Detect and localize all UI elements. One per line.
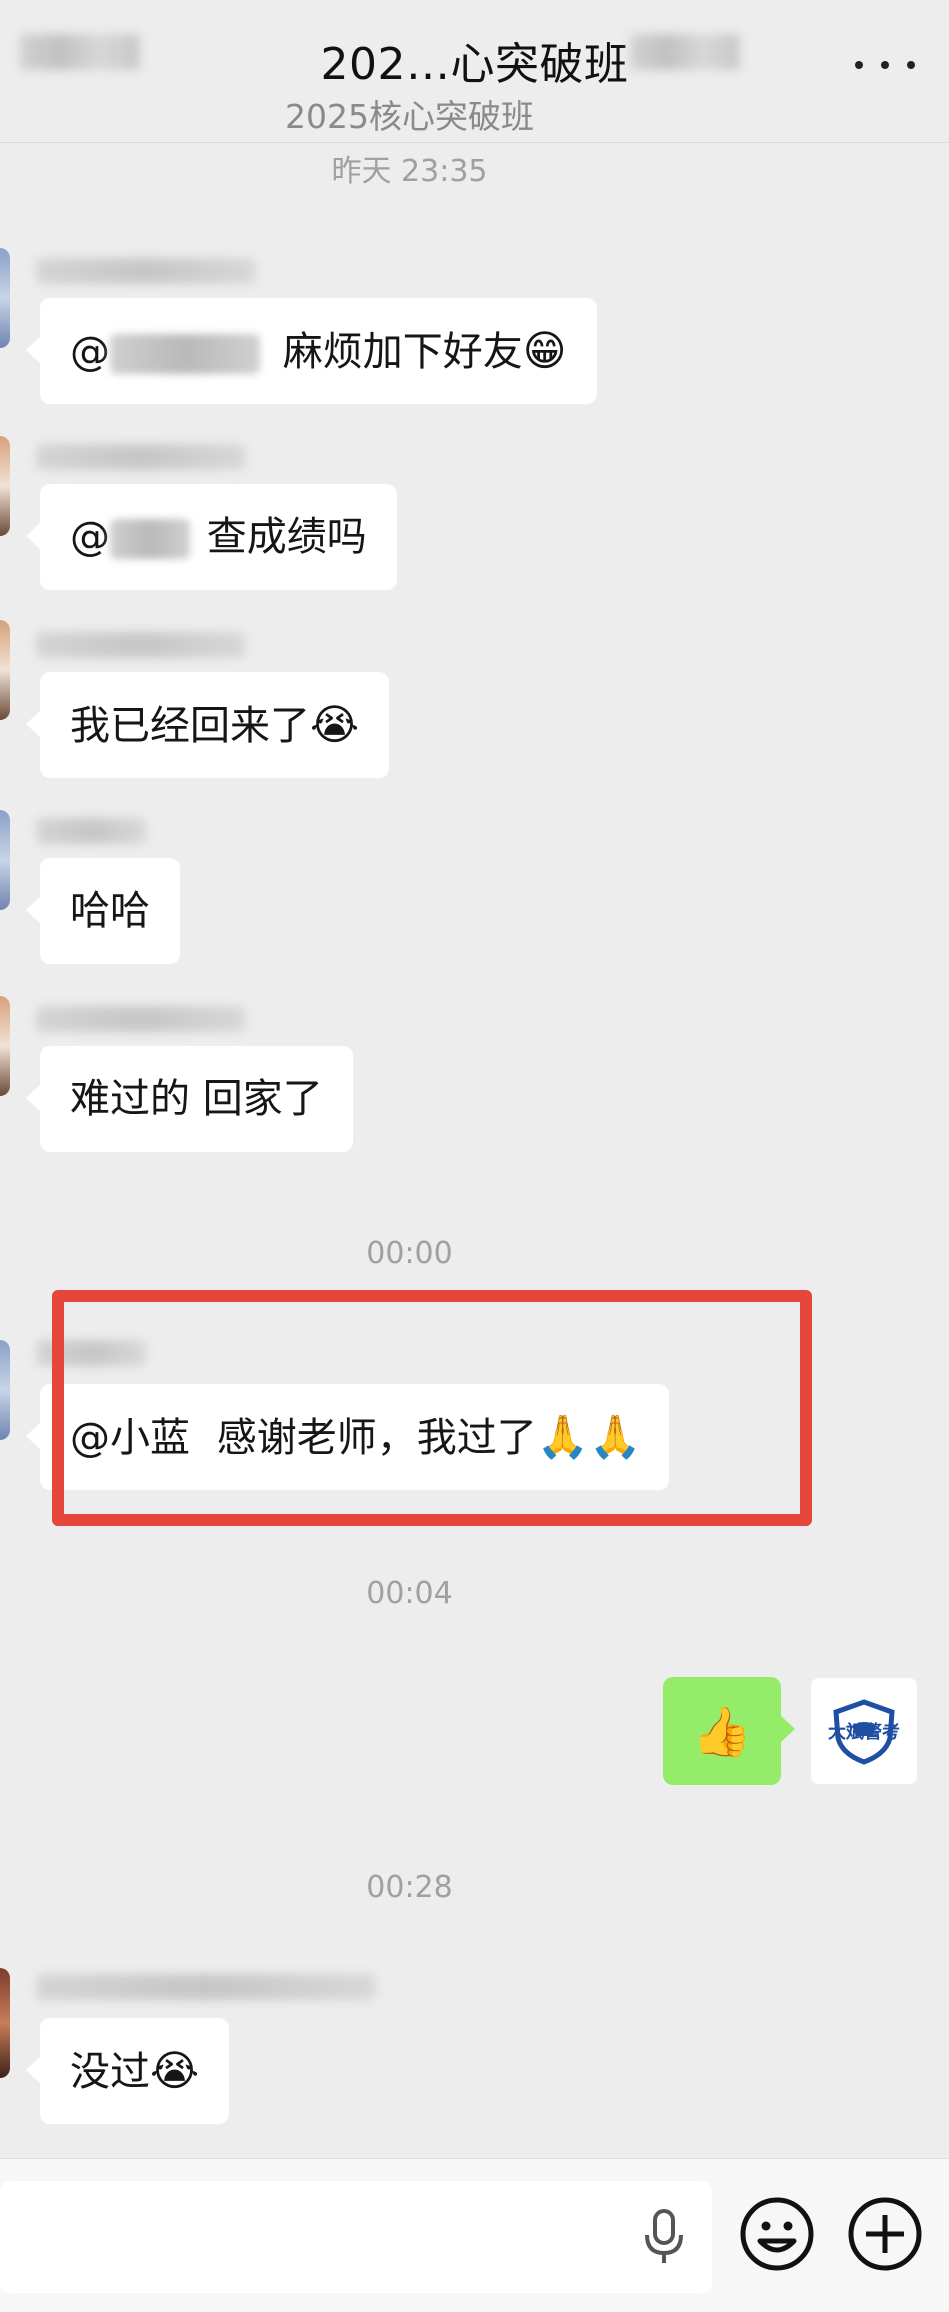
cry-emoji-icon: 😭	[310, 700, 360, 749]
message-text: 没过	[70, 2049, 150, 2095]
avatar[interactable]	[0, 248, 10, 348]
timestamp: 00:04	[366, 1576, 453, 1611]
timestamp: 00:28	[366, 1870, 453, 1905]
highlight-box	[52, 1290, 812, 1526]
thumbs-up-emoji-icon: 👍	[692, 1703, 752, 1760]
smiley-icon[interactable]	[738, 2195, 816, 2277]
message-text: 难过的 回家了	[70, 1076, 323, 1122]
mention: @	[70, 514, 110, 560]
more-dots-icon[interactable]	[855, 50, 915, 80]
sender-name	[36, 444, 246, 470]
message-bubble[interactable]: 难过的 回家了	[26, 1046, 353, 1152]
microphone-icon[interactable]	[642, 2207, 686, 2271]
sender-name	[36, 258, 256, 284]
grin-emoji-icon: 😁	[522, 326, 567, 375]
logo-text: 大斌警考	[828, 1721, 900, 1743]
sender-name	[36, 1006, 246, 1032]
message-bubble[interactable]: 没过😭	[25, 2018, 230, 2124]
shield-logo-icon: 大斌警考	[828, 1699, 900, 1765]
avatar[interactable]	[0, 1340, 10, 1440]
chat-title: 202…心突破班	[320, 39, 629, 90]
input-bar	[0, 2158, 949, 2312]
sender-name	[36, 632, 246, 658]
my-avatar[interactable]: 大斌警考	[811, 1678, 917, 1784]
avatar[interactable]	[0, 810, 10, 910]
message-text: 哈哈	[70, 888, 150, 934]
message-bubble[interactable]: 哈哈	[26, 858, 180, 964]
message-text: 麻烦加下好友	[282, 329, 523, 375]
timestamp: 00:00	[366, 1236, 453, 1271]
message-text: 查成绩吗	[206, 514, 367, 560]
sender-name	[36, 818, 146, 844]
mention: @	[70, 329, 110, 375]
message-input[interactable]	[0, 2181, 712, 2293]
message-bubble[interactable]: @ 查成绩吗	[26, 484, 397, 590]
chat-header: 202…心突破班 2025核心突破班	[0, 0, 949, 143]
plus-circle-icon[interactable]	[846, 2195, 924, 2277]
sender-name	[36, 1974, 376, 2000]
avatar[interactable]	[0, 1968, 10, 2078]
chat-subtitle: 2025核心突破班	[285, 97, 534, 136]
blurred-mention-name	[110, 519, 190, 559]
message-bubble[interactable]: 我已经回来了😭	[25, 672, 390, 778]
timestamp: 昨天 23:35	[331, 154, 488, 189]
my-message-bubble[interactable]: 👍	[663, 1677, 795, 1785]
blurred-title-suffix	[630, 34, 740, 70]
avatar[interactable]	[0, 436, 10, 536]
avatar[interactable]	[0, 996, 10, 1096]
blurred-mention-name	[110, 334, 260, 374]
cry-emoji-icon: 😭	[150, 2046, 200, 2095]
message-text: 我已经回来了	[70, 703, 310, 749]
message-bubble[interactable]: @ 麻烦加下好友😁	[26, 298, 597, 404]
avatar[interactable]	[0, 620, 10, 720]
